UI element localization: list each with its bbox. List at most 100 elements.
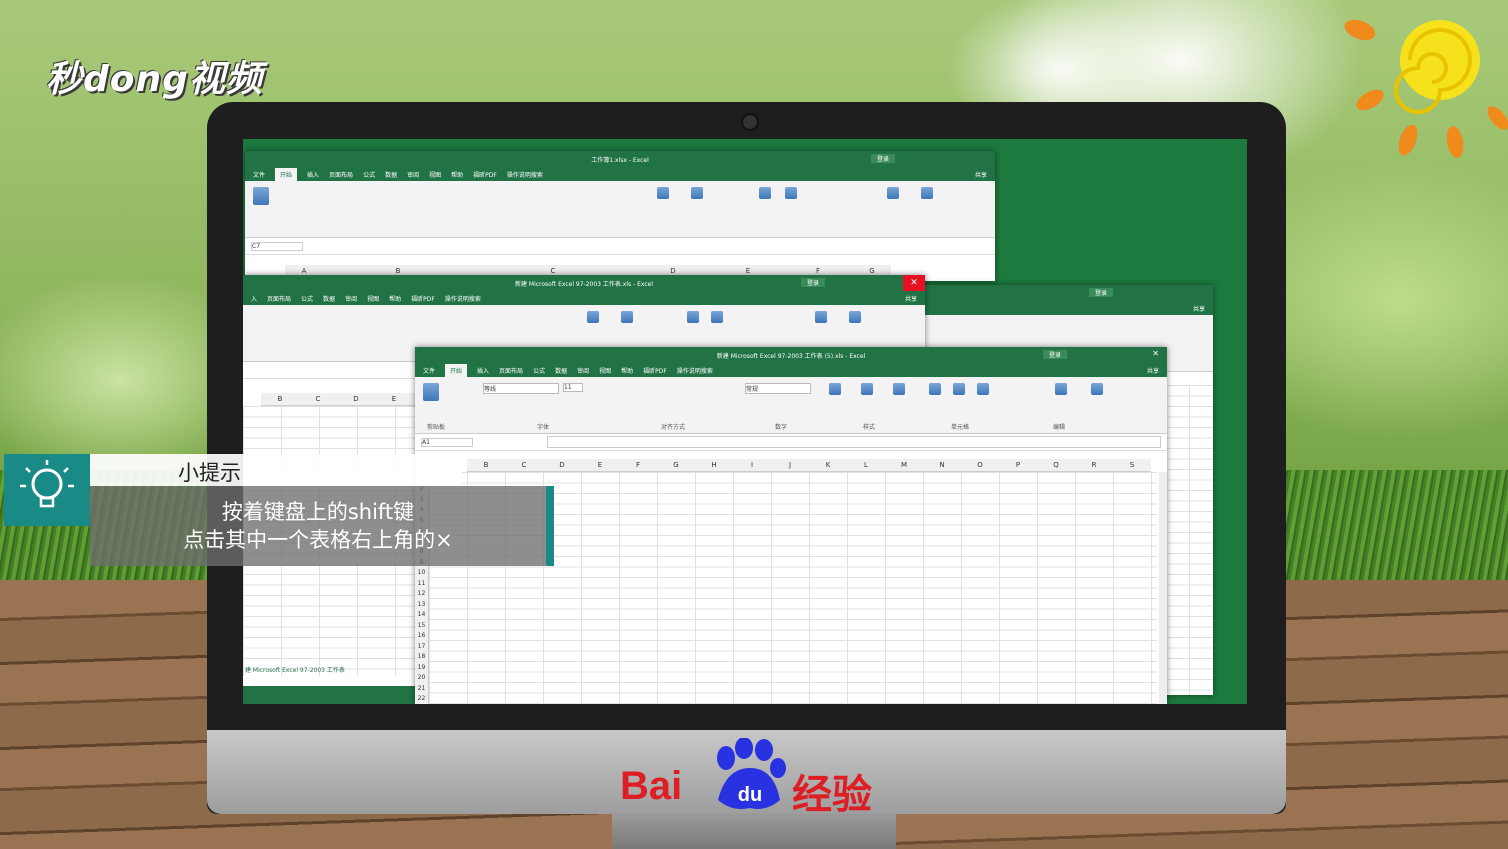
col-k[interactable]: K: [809, 459, 847, 471]
delete-cells-icon[interactable]: [953, 383, 965, 395]
tab-view[interactable]: 视图: [429, 170, 441, 179]
tab-insert[interactable]: 入: [251, 294, 257, 303]
conditional-format-icon[interactable]: [657, 187, 669, 199]
tab-insert[interactable]: 插入: [307, 170, 319, 179]
sort-filter-icon[interactable]: [887, 187, 899, 199]
insert-cells-icon[interactable]: [759, 187, 771, 199]
font-name-box[interactable]: 等线: [483, 383, 559, 394]
col-m[interactable]: M: [885, 459, 923, 471]
login-button[interactable]: 登录: [1088, 288, 1113, 297]
tab-page-layout[interactable]: 页面布局: [329, 170, 353, 179]
format-table-icon[interactable]: [621, 311, 633, 323]
login-button[interactable]: 登录: [1042, 350, 1067, 359]
tab-data[interactable]: 数据: [323, 294, 335, 303]
formula-input[interactable]: [547, 436, 1161, 448]
tab-foxit-pdf[interactable]: 福昕PDF: [643, 366, 667, 375]
delete-cells-icon[interactable]: [711, 311, 723, 323]
col-e[interactable]: E: [581, 459, 619, 471]
number-format-box[interactable]: 常规: [745, 383, 811, 394]
share-button[interactable]: 共享: [1193, 304, 1213, 313]
col-b[interactable]: B: [261, 393, 299, 405]
insert-cells-icon[interactable]: [687, 311, 699, 323]
name-box[interactable]: C7: [251, 241, 303, 251]
row-10[interactable]: 10: [415, 568, 428, 579]
row-11[interactable]: 11: [415, 579, 428, 590]
tab-file[interactable]: 文件: [253, 170, 265, 179]
col-d[interactable]: D: [543, 459, 581, 471]
row-20[interactable]: 20: [415, 673, 428, 684]
share-button[interactable]: 共享: [975, 170, 995, 179]
col-p[interactable]: P: [999, 459, 1037, 471]
col-n[interactable]: N: [923, 459, 961, 471]
tab-review[interactable]: 审阅: [407, 170, 419, 179]
conditional-format-icon[interactable]: [587, 311, 599, 323]
tab-data[interactable]: 数据: [555, 366, 567, 375]
format-table-icon[interactable]: [861, 383, 873, 395]
title-bar[interactable]: 工作簿1.xlsx - Excel 登录: [245, 151, 995, 167]
excel-window-back[interactable]: 工作簿1.xlsx - Excel 登录 文件 开始 插入 页面布局 公式 数据…: [245, 151, 995, 281]
tab-page-layout[interactable]: 页面布局: [499, 366, 523, 375]
format-cells-icon[interactable]: [977, 383, 989, 395]
name-box[interactable]: A1: [421, 437, 473, 447]
col-e[interactable]: E: [375, 393, 413, 405]
row-13[interactable]: 13: [415, 600, 428, 611]
delete-cells-icon[interactable]: [785, 187, 797, 199]
login-button[interactable]: 登录: [800, 278, 825, 287]
vertical-scrollbar[interactable]: [1159, 472, 1167, 704]
row-12[interactable]: 12: [415, 589, 428, 600]
insert-cells-icon[interactable]: [929, 383, 941, 395]
col-h[interactable]: H: [695, 459, 733, 471]
sort-filter-icon[interactable]: [815, 311, 827, 323]
col-s[interactable]: S: [1113, 459, 1151, 471]
row-21[interactable]: 21: [415, 684, 428, 695]
tab-help[interactable]: 帮助: [451, 170, 463, 179]
row-18[interactable]: 18: [415, 652, 428, 663]
tab-insert[interactable]: 插入: [477, 366, 489, 375]
col-l[interactable]: L: [847, 459, 885, 471]
col-b[interactable]: B: [467, 459, 505, 471]
font-size-box[interactable]: 11: [563, 383, 583, 392]
title-bar[interactable]: 登录: [923, 285, 1213, 301]
col-o[interactable]: O: [961, 459, 999, 471]
row-16[interactable]: 16: [415, 631, 428, 642]
tab-help[interactable]: 帮助: [621, 366, 633, 375]
login-button[interactable]: 登录: [870, 154, 895, 163]
col-j[interactable]: J: [771, 459, 809, 471]
col-i[interactable]: I: [733, 459, 771, 471]
formula-bar[interactable]: C7: [245, 238, 995, 255]
col-f[interactable]: F: [619, 459, 657, 471]
paste-icon[interactable]: [253, 187, 269, 205]
tab-formulas[interactable]: 公式: [533, 366, 545, 375]
tab-review[interactable]: 审阅: [577, 366, 589, 375]
tab-foxit-pdf[interactable]: 福昕PDF: [411, 294, 435, 303]
sheet-tab[interactable]: 建 Microsoft Excel 97-2003 工作表: [245, 665, 345, 674]
cell-styles-icon[interactable]: [893, 383, 905, 395]
row-17[interactable]: 17: [415, 642, 428, 653]
tab-home[interactable]: 开始: [275, 167, 298, 181]
tab-formulas[interactable]: 公式: [301, 294, 313, 303]
sort-filter-icon[interactable]: [1055, 383, 1067, 395]
title-bar[interactable]: 新建 Microsoft Excel 97-2003 工作表.xls - Exc…: [243, 275, 925, 291]
col-d[interactable]: D: [337, 393, 375, 405]
tell-me-search[interactable]: 操作说明搜索: [445, 294, 481, 303]
formula-bar[interactable]: A1: [415, 434, 1167, 451]
tab-help[interactable]: 帮助: [389, 294, 401, 303]
col-q[interactable]: Q: [1037, 459, 1075, 471]
close-button[interactable]: ✕: [903, 275, 925, 291]
share-button[interactable]: 共享: [905, 294, 925, 303]
row-22[interactable]: 22: [415, 694, 428, 704]
share-button[interactable]: 共享: [1147, 366, 1167, 375]
tab-data[interactable]: 数据: [385, 170, 397, 179]
col-r[interactable]: R: [1075, 459, 1113, 471]
tab-foxit-pdf[interactable]: 福昕PDF: [473, 170, 497, 179]
conditional-format-icon[interactable]: [829, 383, 841, 395]
tell-me-search[interactable]: 操作说明搜索: [677, 366, 713, 375]
format-table-icon[interactable]: [691, 187, 703, 199]
col-c[interactable]: C: [299, 393, 337, 405]
tab-home[interactable]: 开始: [445, 363, 468, 377]
tab-page-layout[interactable]: 页面布局: [267, 294, 291, 303]
tab-view[interactable]: 视图: [599, 366, 611, 375]
close-icon[interactable]: ✕: [1152, 349, 1159, 358]
row-14[interactable]: 14: [415, 610, 428, 621]
paste-icon[interactable]: [423, 383, 439, 401]
